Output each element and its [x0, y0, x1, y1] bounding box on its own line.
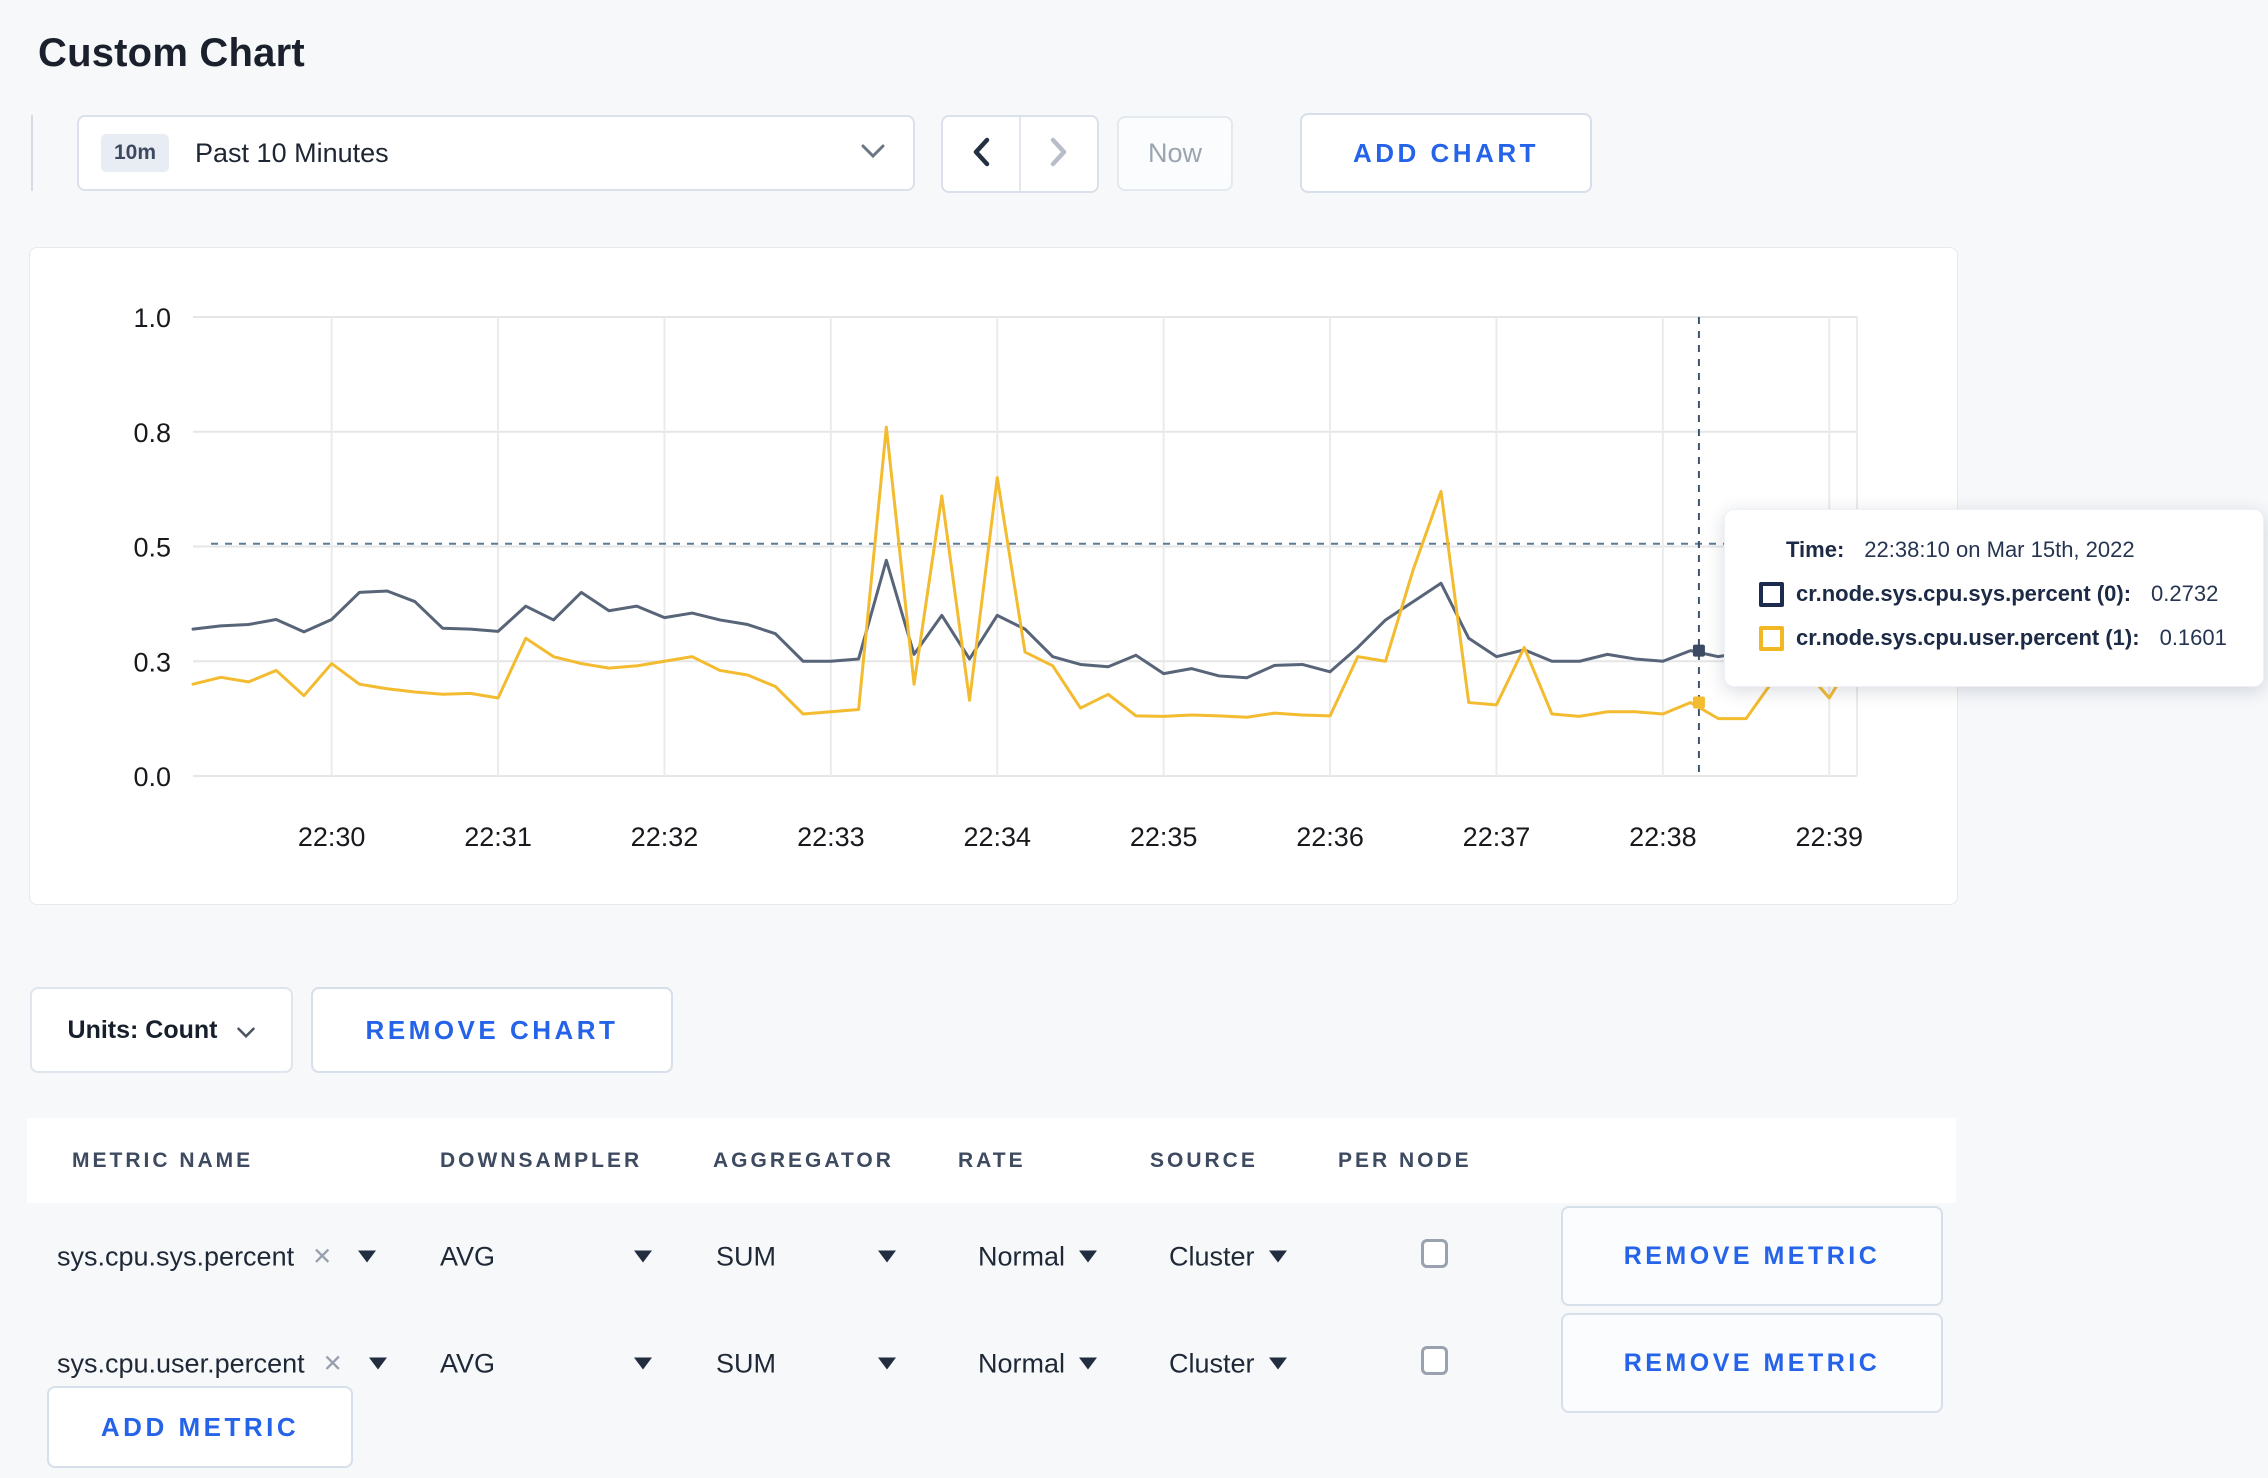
- column-header-rate: RATE: [958, 1148, 1026, 1172]
- aggregator-select[interactable]: SUM: [716, 1241, 896, 1272]
- column-header-per-node: PER NODE: [1338, 1148, 1472, 1172]
- aggregator-value: SUM: [716, 1348, 776, 1378]
- column-header-downsampler: DOWNSAMPLER: [440, 1148, 643, 1172]
- dropdown-caret-icon: [1268, 1250, 1287, 1263]
- rate-value: Normal: [978, 1241, 1066, 1271]
- aggregator-select[interactable]: SUM: [716, 1348, 896, 1379]
- chart-hover-tooltip: Time: 22:38:10 on Mar 15th, 2022 cr.node.…: [1724, 509, 2264, 687]
- chevron-down-icon: [237, 1016, 256, 1045]
- remove-chart-button[interactable]: REMOVE CHART: [311, 987, 673, 1073]
- svg-text:0.0: 0.0: [133, 762, 171, 792]
- remove-metric-button[interactable]: REMOVE METRIC: [1561, 1313, 1943, 1413]
- svg-text:22:39: 22:39: [1795, 822, 1863, 852]
- metric-name-value: sys.cpu.sys.percent: [57, 1241, 295, 1271]
- downsampler-value: AVG: [440, 1348, 496, 1378]
- source-select[interactable]: Cluster: [1169, 1348, 1287, 1379]
- tooltip-series-name: cr.node.sys.cpu.sys.percent (0):: [1796, 581, 2132, 606]
- svg-text:1.0: 1.0: [133, 303, 171, 333]
- svg-text:22:37: 22:37: [1463, 822, 1531, 852]
- svg-text:0.5: 0.5: [133, 533, 171, 563]
- series-swatch-user: [1759, 625, 1784, 651]
- downsampler-select[interactable]: AVG: [440, 1348, 652, 1379]
- tooltip-series-name: cr.node.sys.cpu.user.percent (1):: [1796, 625, 2140, 650]
- svg-text:22:35: 22:35: [1130, 822, 1198, 852]
- tooltip-time-label: Time:: [1786, 537, 1845, 562]
- svg-text:0.8: 0.8: [133, 418, 171, 448]
- source-select[interactable]: Cluster: [1169, 1241, 1287, 1272]
- metric-table-row: sys.cpu.sys.percent ✕ AVG SUM Normal Clu…: [27, 1203, 1956, 1310]
- dropdown-caret-icon: [1268, 1357, 1287, 1370]
- dropdown-caret-icon: [1079, 1250, 1098, 1263]
- source-value: Cluster: [1169, 1241, 1255, 1271]
- previous-interval-button[interactable]: [943, 117, 1019, 191]
- tooltip-time-value: 22:38:10 on Mar 15th, 2022: [1864, 537, 2135, 562]
- custom-chart-panel: 0.0 0.3 0.5 0.8 1.0 22:30 22:31 22:32 22:33 22:34…: [29, 247, 2264, 905]
- cpu-percent-line-chart[interactable]: 0.0 0.3 0.5 0.8 1.0 22:30 22:31 22:32 22:33 22:34…: [30, 248, 1957, 904]
- time-range-badge: 10m: [101, 134, 170, 172]
- per-node-checkbox[interactable]: [1421, 1346, 1448, 1375]
- downsampler-select[interactable]: AVG: [440, 1241, 652, 1272]
- svg-text:22:34: 22:34: [963, 822, 1031, 852]
- metric-name-value: sys.cpu.user.percent: [57, 1348, 305, 1378]
- svg-text:22:32: 22:32: [631, 822, 699, 852]
- dropdown-caret-icon: [878, 1250, 896, 1263]
- rate-select[interactable]: Normal: [978, 1348, 1098, 1379]
- dropdown-caret-icon: [368, 1357, 387, 1370]
- units-dropdown[interactable]: Units: Count: [30, 987, 293, 1073]
- chevron-left-icon: [968, 135, 994, 174]
- dropdown-caret-icon: [1079, 1357, 1098, 1370]
- metrics-table-header: METRIC NAME DOWNSAMPLER AGGREGATOR RATE …: [27, 1118, 1956, 1203]
- source-value: Cluster: [1169, 1348, 1255, 1378]
- column-header-aggregator: AGGREGATOR: [713, 1148, 894, 1172]
- per-node-checkbox[interactable]: [1421, 1239, 1448, 1268]
- units-label: Units: Count: [67, 1015, 218, 1044]
- svg-text:22:30: 22:30: [298, 822, 366, 852]
- clear-metric-icon[interactable]: ✕: [323, 1349, 343, 1378]
- dropdown-caret-icon: [358, 1250, 377, 1263]
- column-header-source: SOURCE: [1150, 1148, 1258, 1172]
- rate-value: Normal: [978, 1348, 1066, 1378]
- chevron-right-icon: [1046, 135, 1072, 174]
- add-chart-button[interactable]: ADD CHART: [1300, 113, 1592, 193]
- svg-text:22:38: 22:38: [1629, 822, 1697, 852]
- remove-metric-button[interactable]: REMOVE METRIC: [1561, 1206, 1943, 1306]
- svg-text:0.3: 0.3: [133, 647, 171, 677]
- add-metric-button[interactable]: ADD METRIC: [47, 1386, 353, 1468]
- svg-text:22:36: 22:36: [1296, 822, 1364, 852]
- toolbar-divider: [31, 115, 33, 191]
- column-header-metric-name: METRIC NAME: [72, 1148, 254, 1172]
- aggregator-value: SUM: [716, 1241, 776, 1271]
- tooltip-series-value: 0.1601: [2159, 625, 2227, 650]
- clear-metric-icon[interactable]: ✕: [312, 1242, 332, 1271]
- svg-text:22:31: 22:31: [464, 822, 532, 852]
- time-step-buttons: [941, 115, 1099, 193]
- time-range-label: Past 10 Minutes: [195, 137, 389, 168]
- downsampler-value: AVG: [440, 1241, 496, 1271]
- tooltip-series-value: 0.2732: [2151, 581, 2219, 606]
- metric-name-select[interactable]: sys.cpu.sys.percent ✕: [57, 1241, 377, 1272]
- time-range-dropdown[interactable]: 10m Past 10 Minutes: [77, 115, 915, 191]
- next-interval-button[interactable]: [1019, 117, 1097, 191]
- metric-name-select[interactable]: sys.cpu.user.percent ✕: [57, 1348, 387, 1379]
- page-title: Custom Chart: [38, 30, 305, 75]
- chevron-down-icon: [861, 144, 885, 163]
- series-swatch-sys: [1759, 581, 1784, 607]
- dropdown-caret-icon: [878, 1357, 896, 1370]
- now-button[interactable]: Now: [1117, 116, 1233, 191]
- svg-text:22:33: 22:33: [797, 822, 865, 852]
- dropdown-caret-icon: [634, 1357, 652, 1370]
- rate-select[interactable]: Normal: [978, 1241, 1098, 1272]
- dropdown-caret-icon: [634, 1250, 652, 1263]
